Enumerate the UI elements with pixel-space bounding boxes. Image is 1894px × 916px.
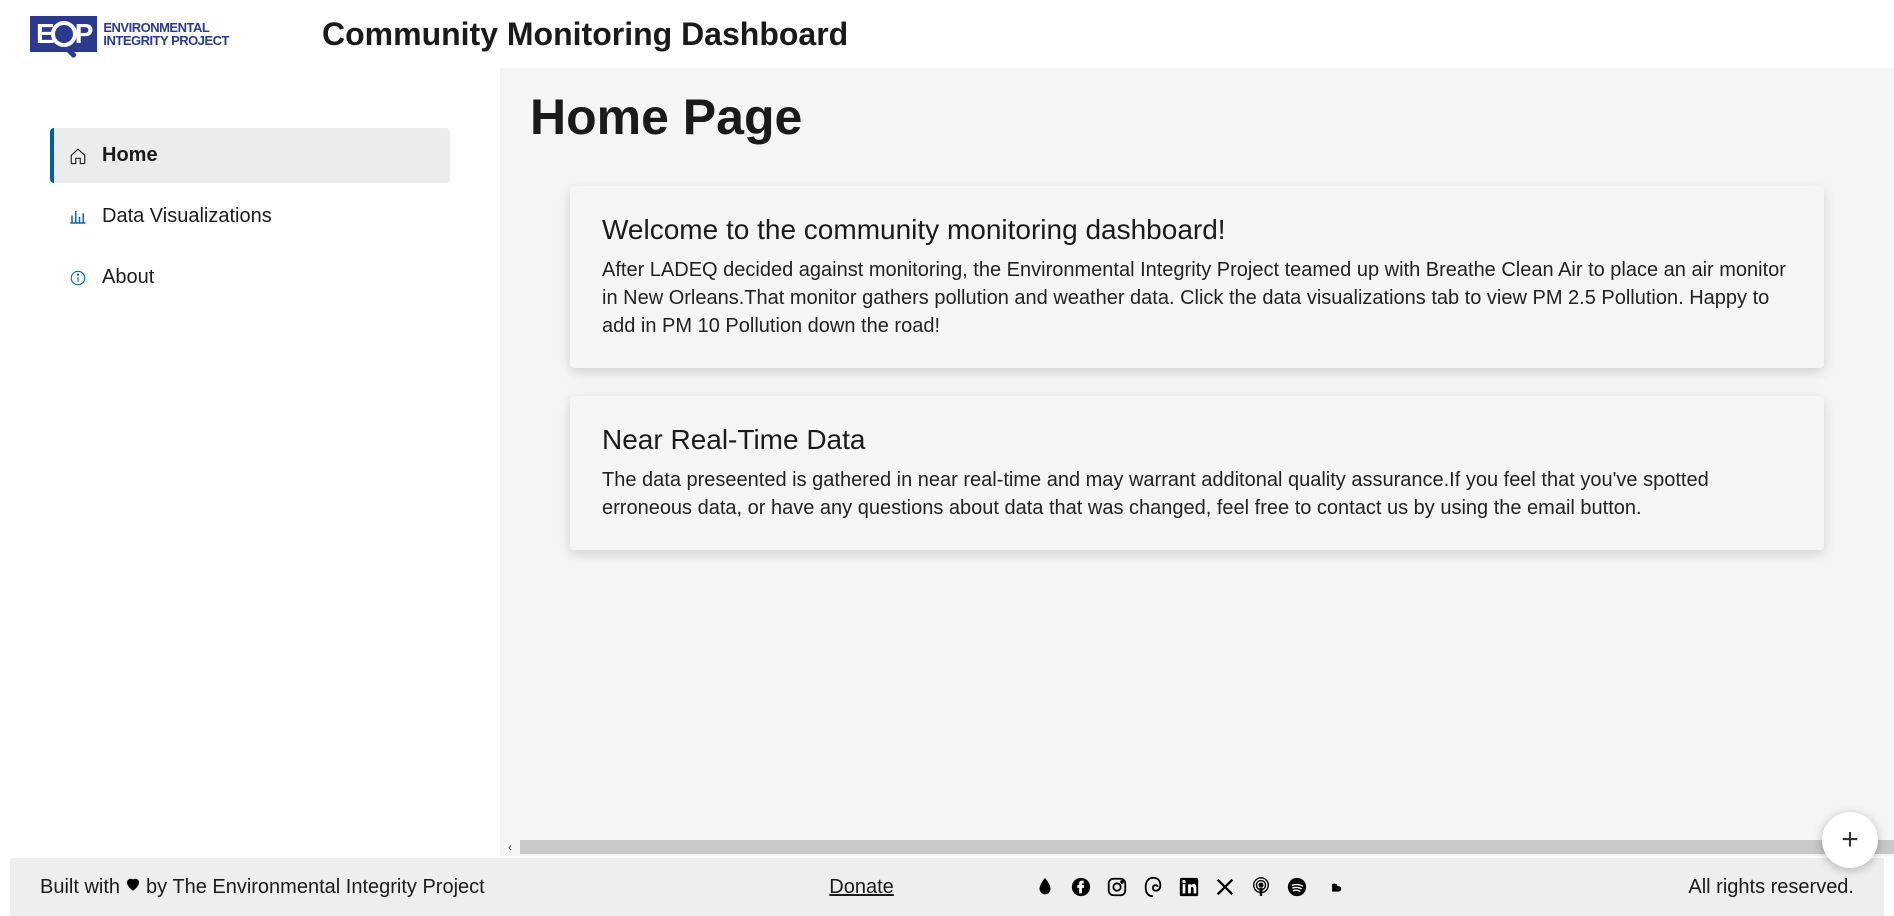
chart-icon bbox=[68, 207, 88, 227]
sidebar-item-home[interactable]: Home bbox=[50, 128, 450, 183]
welcome-card: Welcome to the community monitoring dash… bbox=[570, 186, 1824, 368]
sidebar: Home Data Visualizations About bbox=[0, 68, 500, 856]
card-body: The data preseented is gathered in near … bbox=[602, 466, 1792, 522]
heart-icon bbox=[124, 875, 142, 899]
soundcloud-icon[interactable] bbox=[1322, 876, 1344, 898]
x-icon[interactable] bbox=[1214, 876, 1236, 898]
page-title: Home Page bbox=[530, 88, 1864, 146]
sidebar-item-about[interactable]: About bbox=[50, 250, 450, 305]
spotify-icon[interactable] bbox=[1286, 876, 1308, 898]
instagram-icon[interactable] bbox=[1106, 876, 1128, 898]
horizontal-scrollbar[interactable]: ‹ bbox=[500, 838, 1894, 856]
scroll-left-icon[interactable]: ‹ bbox=[500, 840, 520, 854]
sidebar-item-label: About bbox=[102, 266, 154, 289]
info-icon bbox=[68, 268, 88, 288]
facebook-icon[interactable] bbox=[1070, 876, 1092, 898]
card-body: After LADEQ decided against monitoring, … bbox=[602, 256, 1792, 340]
app-title: Community Monitoring Dashboard bbox=[322, 16, 848, 53]
home-icon bbox=[68, 146, 88, 166]
logo-text: ENVIRONMENTAL INTEGRITY PROJECT bbox=[103, 21, 229, 47]
logo: EIP ENVIRONMENTAL INTEGRITY PROJECT bbox=[30, 8, 310, 60]
built-prefix: Built with bbox=[40, 876, 120, 899]
sidebar-item-label: Home bbox=[102, 144, 158, 167]
footer-credit: Built with by The Environmental Integrit… bbox=[40, 875, 485, 899]
donate-link[interactable]: Donate bbox=[829, 876, 894, 899]
footer-rights: All rights reserved. bbox=[1688, 876, 1854, 899]
sidebar-item-data-visualizations[interactable]: Data Visualizations bbox=[50, 189, 450, 244]
fab-add-button[interactable]: + bbox=[1822, 812, 1878, 868]
sidebar-item-label: Data Visualizations bbox=[102, 205, 272, 228]
main-content: Home Page Welcome to the community monit… bbox=[500, 68, 1894, 856]
header: EIP ENVIRONMENTAL INTEGRITY PROJECT Comm… bbox=[0, 0, 1894, 68]
realtime-card: Near Real-Time Data The data preseented … bbox=[570, 396, 1824, 550]
footer: Built with by The Environmental Integrit… bbox=[10, 858, 1884, 916]
card-title: Near Real-Time Data bbox=[602, 424, 1792, 456]
threads-icon[interactable] bbox=[1142, 876, 1164, 898]
built-suffix: by The Environmental Integrity Project bbox=[146, 876, 485, 899]
podcast-icon[interactable] bbox=[1250, 876, 1272, 898]
social-icons bbox=[1034, 876, 1344, 898]
plus-icon: + bbox=[1841, 823, 1859, 857]
logo-badge: EIP bbox=[30, 16, 97, 52]
drop-icon[interactable] bbox=[1034, 876, 1056, 898]
card-title: Welcome to the community monitoring dash… bbox=[602, 214, 1792, 246]
linkedin-icon[interactable] bbox=[1178, 876, 1200, 898]
scroll-track[interactable] bbox=[520, 840, 1894, 854]
